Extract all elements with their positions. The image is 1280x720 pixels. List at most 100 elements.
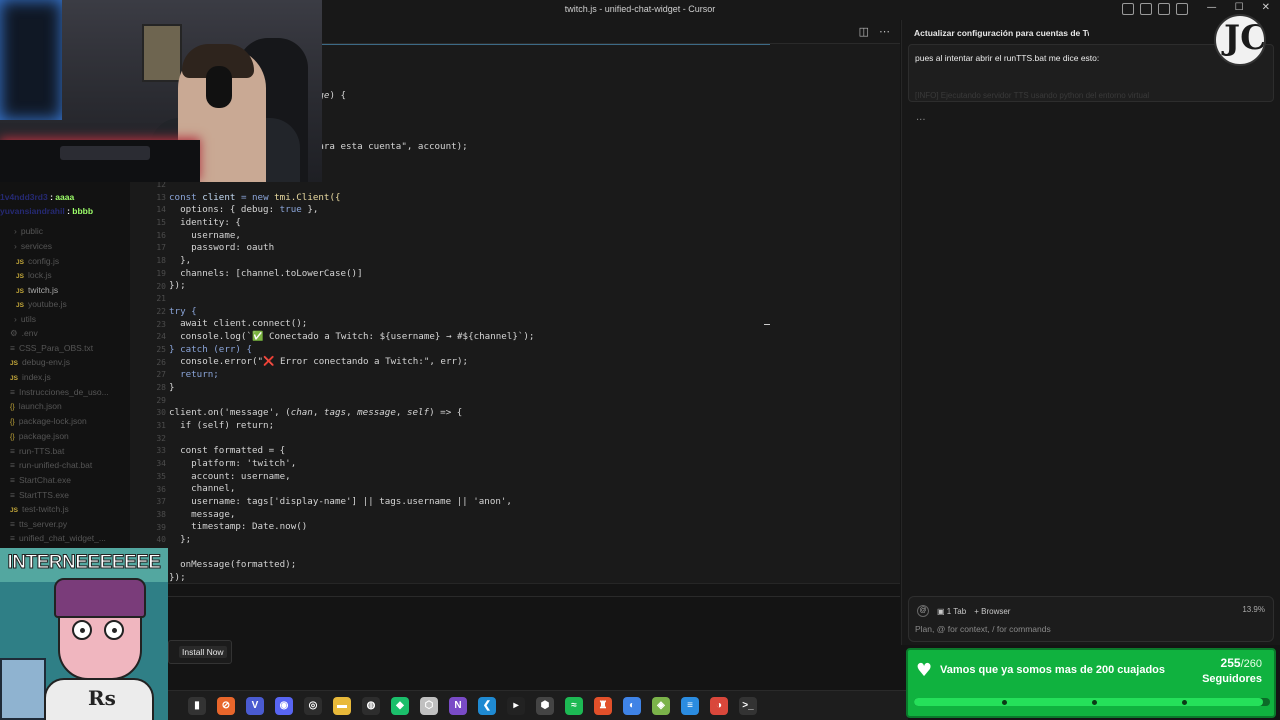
code-line[interactable]: } bbox=[169, 382, 534, 395]
chat-input-box[interactable]: @ ▣ 1 Tab + Browser 13.9% Plan, @ for co… bbox=[908, 596, 1274, 642]
code-line[interactable] bbox=[169, 547, 534, 560]
toggle-secondary-sidebar-icon[interactable] bbox=[1158, 3, 1170, 15]
chat-input-placeholder[interactable]: Plan, @ for context, / for commands bbox=[915, 624, 1051, 634]
explorer-item[interactable]: JS test-twitch.js bbox=[10, 504, 69, 518]
app-diamond-icon[interactable]: ◈ bbox=[652, 697, 670, 715]
explorer-item[interactable]: ≡ StartTTS.exe bbox=[10, 490, 69, 504]
vscode-icon[interactable]: ❮ bbox=[478, 697, 496, 715]
code-line[interactable]: const formatted = { bbox=[169, 445, 534, 458]
split-editor-icon[interactable]: ◫ bbox=[859, 25, 869, 38]
close-button[interactable]: ✕ bbox=[1262, 2, 1270, 13]
code-line[interactable]: channel, bbox=[169, 483, 534, 496]
maximize-button[interactable]: ☐ bbox=[1235, 2, 1244, 13]
code-line[interactable]: channels: [channel.toLowerCase()] bbox=[169, 268, 534, 281]
visual-studio-icon[interactable]: N bbox=[449, 697, 467, 715]
obs-icon[interactable]: ◍ bbox=[362, 697, 380, 715]
code-line[interactable]: }; bbox=[169, 534, 534, 547]
folder-icon[interactable]: ▬ bbox=[333, 697, 351, 715]
code-token: ) { bbox=[329, 90, 347, 101]
vivaldi-icon[interactable]: V bbox=[246, 697, 264, 715]
file-icon: ≡ bbox=[10, 460, 15, 470]
app-orange-icon[interactable]: ⊘ bbox=[217, 697, 235, 715]
explorer-item[interactable]: JS youtube.js bbox=[16, 299, 67, 313]
explorer-item[interactable]: ≡ StartChat.exe bbox=[10, 475, 71, 489]
code-line[interactable] bbox=[169, 433, 534, 446]
app-green-icon[interactable]: ◆ bbox=[391, 697, 409, 715]
browser-chip[interactable]: + Browser bbox=[974, 607, 1010, 616]
code-line[interactable]: platform: 'twitch', bbox=[169, 458, 534, 471]
explorer-item[interactable]: ≡ unified_chat_widget_... bbox=[10, 533, 106, 547]
code-line[interactable]: password: oauth bbox=[169, 242, 534, 255]
explorer-item[interactable]: › utils bbox=[14, 314, 36, 328]
explorer-item-label: index.js bbox=[21, 372, 51, 382]
notes-icon[interactable]: ≡ bbox=[681, 697, 699, 715]
terminal-icon[interactable]: ▮ bbox=[188, 697, 206, 715]
code-line[interactable]: message, bbox=[169, 509, 534, 522]
explorer-item[interactable]: {} launch.json bbox=[10, 401, 62, 415]
more-actions-icon[interactable]: ⋯ bbox=[879, 25, 890, 38]
code-token: await client.connect(); bbox=[169, 318, 308, 330]
code-line[interactable]: }); bbox=[169, 280, 534, 293]
code-line[interactable]: onMessage(formatted); bbox=[169, 559, 534, 572]
mention-icon[interactable]: @ bbox=[917, 605, 929, 617]
explorer-item[interactable]: ≡ run-unified-chat.bat bbox=[10, 460, 92, 474]
explorer-item[interactable]: ≡ tts_server.py bbox=[10, 519, 67, 533]
code-line[interactable]: username, bbox=[169, 230, 534, 243]
spotify-icon[interactable]: ≈ bbox=[565, 697, 583, 715]
settings-icon[interactable] bbox=[1176, 3, 1188, 15]
explorer-item-label: unified_chat_widget_... bbox=[18, 533, 106, 543]
code-line[interactable]: console.log(`✅ Conectado a Twitch: ${use… bbox=[169, 331, 534, 344]
code-line[interactable]: identity: { bbox=[169, 217, 534, 230]
tab-context-chip[interactable]: ▣ 1 Tab bbox=[937, 607, 966, 616]
chrome-icon[interactable]: ◐ bbox=[623, 697, 641, 715]
install-now-button[interactable]: Install Now bbox=[179, 646, 227, 658]
code-line[interactable]: return; bbox=[169, 369, 534, 382]
keyboard bbox=[60, 146, 150, 160]
toggle-panel-icon[interactable] bbox=[1140, 3, 1152, 15]
explorer-item[interactable]: JS config.js bbox=[16, 256, 59, 270]
code-line[interactable]: }, bbox=[169, 255, 534, 268]
explorer-item[interactable]: JS debug-env.js bbox=[10, 357, 70, 371]
minimize-button[interactable]: — bbox=[1207, 2, 1217, 13]
cursor-app-icon[interactable]: ▸ bbox=[507, 697, 525, 715]
code-line[interactable]: username: tags['display-name'] || tags.u… bbox=[169, 496, 534, 509]
explorer-item[interactable]: JS twitch.js bbox=[16, 285, 58, 299]
code-line[interactable]: options: { debug: true }, bbox=[169, 204, 534, 217]
explorer-item-label: youtube.js bbox=[27, 299, 67, 309]
console-icon[interactable]: >_ bbox=[739, 697, 757, 715]
code-line[interactable]: client.on('message', (chan, tags, messag… bbox=[169, 407, 534, 420]
explorer-item[interactable]: ⚙ .env bbox=[10, 328, 38, 342]
explorer-item[interactable]: {} package.json bbox=[10, 431, 69, 445]
explorer-item[interactable]: JS lock.js bbox=[16, 270, 52, 284]
code-line[interactable]: await client.connect(); bbox=[169, 318, 534, 331]
code-line[interactable] bbox=[169, 395, 534, 408]
toggle-sidebar-icon[interactable] bbox=[1122, 3, 1134, 15]
explorer-item[interactable]: {} package-lock.json bbox=[10, 416, 87, 430]
explorer-item[interactable]: ≡ Instrucciones_de_uso... bbox=[10, 387, 109, 401]
code-token: }; bbox=[169, 534, 192, 546]
line-number: 29 bbox=[156, 395, 166, 405]
app-box-icon[interactable]: ⬡ bbox=[420, 697, 438, 715]
explorer-item[interactable]: ≡ run-TTS.bat bbox=[10, 446, 64, 460]
code-line[interactable] bbox=[169, 293, 534, 306]
code-line[interactable]: try { bbox=[169, 306, 534, 319]
chrome-alt-icon[interactable]: ◑ bbox=[710, 697, 728, 715]
code-line[interactable]: account: username, bbox=[169, 471, 534, 484]
explorer-item[interactable]: ≡ CSS_Para_OBS.txt bbox=[10, 343, 93, 357]
goal-count: 255/260 Seguidores bbox=[1202, 656, 1262, 687]
code-line[interactable]: timestamp: Date.now() bbox=[169, 521, 534, 534]
explorer-item[interactable]: JS index.js bbox=[10, 372, 51, 386]
explorer-item[interactable]: › public bbox=[14, 226, 43, 240]
code-line[interactable]: if (self) return; bbox=[169, 420, 534, 433]
app-dark-icon[interactable]: ◎ bbox=[304, 697, 322, 715]
discord-icon[interactable]: ◉ bbox=[275, 697, 293, 715]
line-number: 24 bbox=[156, 332, 166, 342]
code-line[interactable]: } catch (err) { bbox=[169, 344, 534, 357]
code-line[interactable]: console.error("❌ Error conectando a Twit… bbox=[169, 356, 534, 369]
code-line[interactable]: const client = new tmi.Client({ bbox=[169, 192, 534, 205]
app-cube-icon[interactable]: ⬢ bbox=[536, 697, 554, 715]
brave-icon[interactable]: ♜ bbox=[594, 697, 612, 715]
explorer-item[interactable]: › services bbox=[14, 241, 52, 255]
code-token: message bbox=[357, 407, 396, 419]
ai-assistant-panel: Actualizar configuración para cuentas de… bbox=[901, 20, 1280, 645]
